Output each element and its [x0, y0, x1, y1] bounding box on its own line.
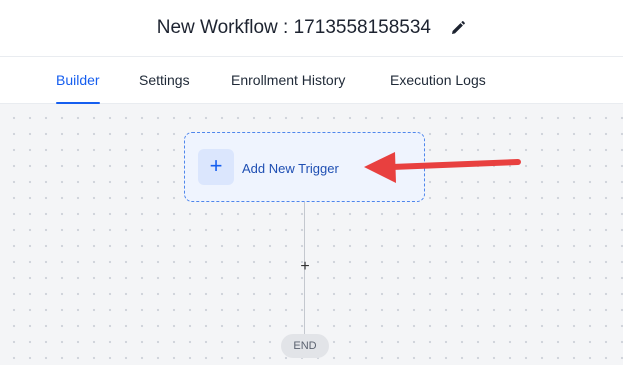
workflow-tabs: Builder Settings Enrollment History Exec…: [0, 57, 623, 104]
tab-execution-logs-label: Execution Logs: [390, 72, 486, 88]
title-area: New Workflow : 1713558158534: [0, 17, 623, 39]
tab-enrollment-history[interactable]: Enrollment History: [231, 72, 345, 104]
workflow-header: New Workflow : 1713558158534: [0, 0, 623, 57]
pencil-icon: [452, 21, 466, 34]
tab-execution-logs[interactable]: Execution Logs: [390, 72, 486, 104]
add-new-trigger-card[interactable]: + Add New Trigger: [184, 132, 425, 202]
add-step-button[interactable]: +: [297, 259, 313, 275]
end-node: END: [281, 334, 329, 358]
plus-icon: +: [198, 149, 234, 185]
trigger-label: Add New Trigger: [242, 161, 339, 176]
workflow-title: New Workflow : 1713558158534: [156, 17, 431, 38]
tab-settings[interactable]: Settings: [139, 72, 190, 104]
tab-builder[interactable]: Builder: [56, 72, 100, 104]
edit-title-button[interactable]: [450, 20, 466, 36]
workflow-canvas[interactable]: + Add New Trigger + END: [0, 104, 623, 365]
tab-builder-label: Builder: [56, 72, 100, 88]
tab-enrollment-history-label: Enrollment History: [231, 72, 346, 88]
tab-settings-label: Settings: [139, 72, 190, 88]
